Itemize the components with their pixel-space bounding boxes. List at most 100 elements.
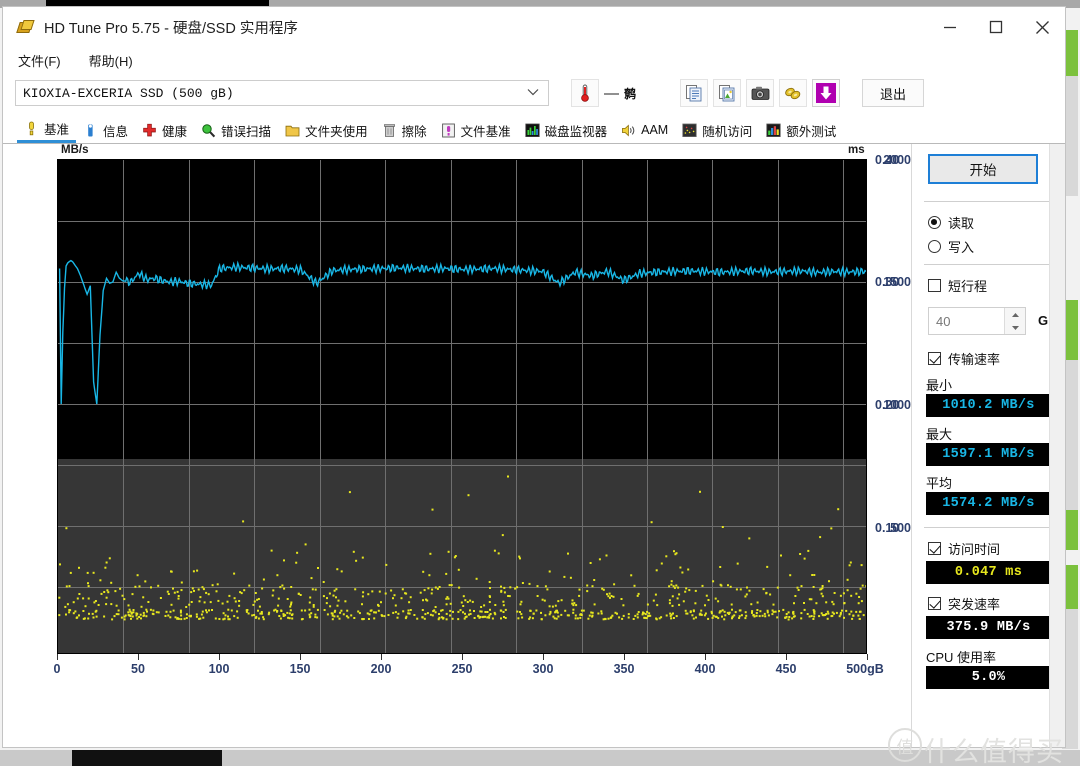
taskbar-active-item [72,750,222,766]
sidebar-scrollbar[interactable] [1049,144,1065,747]
burst-rate-value: 375.9 MB/s [946,620,1031,635]
file-benchmark-icon [441,123,456,138]
max-label: 最大 [926,427,953,442]
menu-file[interactable]: 文件(F) [15,49,64,72]
short-stroke-value: 40 [936,313,951,329]
copy-text-icon[interactable] [680,79,709,107]
tab-extra-tests[interactable]: 额外测试 [759,117,843,143]
toolbar-icon-group [680,79,841,107]
y2-tick-040: 0.40 [875,153,900,167]
tab-label: 错误扫描 [221,124,272,139]
folder-chain-icon[interactable] [779,79,808,107]
copy-image-icon[interactable] [713,79,742,107]
checkbox-short-stroke[interactable]: 短行程 [928,276,987,295]
device-select-value: KIOXIA-EXCERIA SSD (500 gB) [23,85,234,101]
x-tick: 0 [53,662,61,676]
tab-error-scan[interactable]: 错误扫描 [194,117,278,143]
maximize-icon[interactable] [973,7,1019,47]
checkbox-access-time-icon [928,542,941,555]
plot-series-layer [58,259,866,621]
divider [924,264,1050,265]
short-stroke-input[interactable]: 40 [928,307,1026,335]
checkbox-access-time[interactable]: 访问时间 [928,539,1000,558]
exit-button[interactable]: 退出 [862,79,925,107]
health-cross-icon [142,123,157,138]
transfer-rate-line [58,259,866,405]
temperature-area: — 鹩 [571,79,636,107]
x-tick: 100 [208,662,230,676]
info-icon [83,123,98,138]
x-tick: 150 [289,662,311,676]
x-tick: 50 [131,662,145,676]
download-arrow-icon[interactable] [812,79,841,107]
tab-label: 信息 [103,124,129,139]
y-axis-unit-left: MB/s [61,144,89,156]
access-time-scatter [58,475,866,621]
close-icon[interactable] [1019,7,1065,47]
device-select[interactable]: KIOXIA-EXCERIA SSD (500 gB) [15,80,549,106]
thermometer-icon[interactable] [571,79,599,107]
tab-label: AAM [641,123,669,137]
tab-label: 随机访问 [702,124,753,139]
tab-info[interactable]: 信息 [76,117,135,143]
max-value-box: 1597.1 MB/s [926,443,1051,466]
x-tick: 250 [451,662,473,676]
burst-rate-value-box: 375.9 MB/s [926,616,1051,639]
min-label: 最小 [926,378,953,393]
checkbox-burst-rate[interactable]: 突发速率 [928,594,1000,613]
tab-label: 健康 [162,124,188,139]
tab-disk-monitor[interactable]: 磁盘监视器 [518,117,615,143]
radio-read[interactable]: 读取 [928,213,974,232]
tab-benchmark[interactable]: 基准 [17,117,77,143]
tab-random-access[interactable]: 随机访问 [675,117,759,143]
checkbox-transfer-rate-icon [928,352,941,365]
cpu-value-box: 5.0% [926,666,1051,689]
y2-tick-030: 0.30 [875,275,900,289]
access-time-value: 0.047 ms [954,565,1023,580]
chevron-down-icon [527,87,539,99]
menu-bar: 文件(F) 帮助(H) [3,47,1065,73]
start-button[interactable]: 开始 [928,154,1038,184]
content-area: MB/s ms 2000 1500 1000 500 0.40 0.30 0.2… [3,144,1065,747]
radio-write[interactable]: 写入 [928,237,974,256]
tab-label: 基准 [44,123,70,137]
tab-folder-usage[interactable]: 文件夹使用 [278,117,375,143]
tab-aam[interactable]: AAM [614,117,675,143]
random-access-icon [682,123,697,138]
benchmark-graph-pane: MB/s ms 2000 1500 1000 500 0.40 0.30 0.2… [3,144,911,747]
avg-value-box: 1574.2 MB/s [926,492,1051,515]
transfer-rate-plot [57,159,867,654]
short-stroke-steppers [1004,308,1025,334]
x-tick: 500gB [846,662,884,676]
divider [924,201,1050,202]
min-value-box: 1010.2 MB/s [926,394,1051,417]
cpu-value: 5.0% [971,670,1006,685]
tab-file-benchmark[interactable]: 文件基准 [434,117,518,143]
y2-tick-020: 0.20 [875,398,900,412]
tab-erase[interactable]: 擦除 [375,117,434,143]
tab-health[interactable]: 健康 [135,117,194,143]
x-tick: 300 [532,662,554,676]
window-controls [927,7,1065,47]
checkbox-transfer-rate[interactable]: 传输速率 [928,349,1000,368]
radio-read-label: 读取 [948,216,975,231]
y2-tick-010: 0.10 [875,521,900,535]
disk-monitor-icon [525,123,540,138]
x-tick: 400 [694,662,716,676]
cpu-label: CPU 使用率 [926,650,997,665]
spinner-up-icon[interactable] [1005,308,1025,321]
screenshot-camera-icon[interactable] [746,79,775,107]
tab-label: 额外测试 [786,124,837,139]
title-bar[interactable]: HD Tune Pro 5.75 - 硬盘/SSD 实用程序 [3,7,1065,47]
folder-icon [285,123,300,138]
spinner-down-icon[interactable] [1005,321,1025,334]
menu-help[interactable]: 帮助(H) [86,49,136,72]
minimize-icon[interactable] [927,7,973,47]
max-value: 1597.1 MB/s [942,447,1035,462]
divider [924,527,1050,528]
checkbox-short-stroke-icon [928,279,941,292]
min-value: 1010.2 MB/s [942,398,1035,413]
checkbox-burst-rate-label: 突发速率 [948,597,1001,612]
hd-tune-window: HD Tune Pro 5.75 - 硬盘/SSD 实用程序 文件(F) 帮助(… [2,6,1066,748]
tab-label: 磁盘监视器 [544,124,608,139]
